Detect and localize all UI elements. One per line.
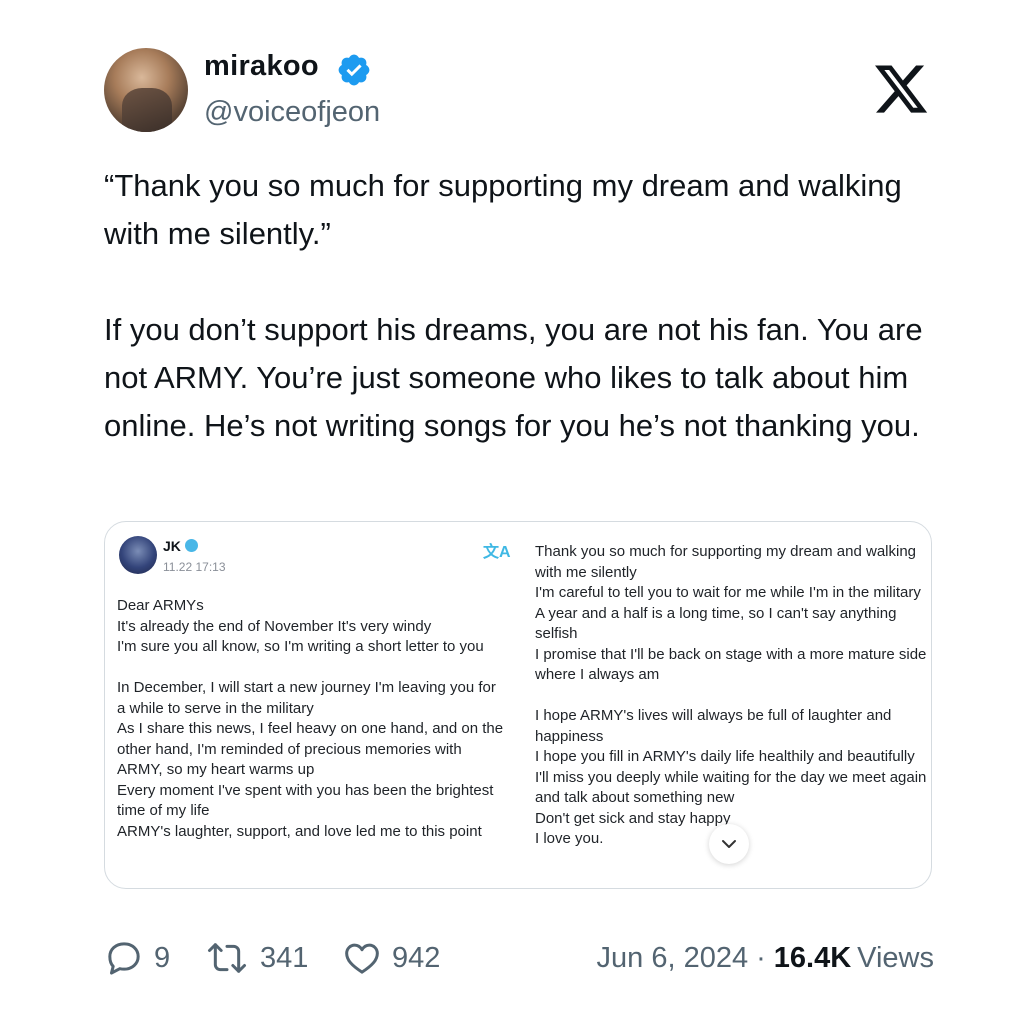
letter-paragraph: In December, I will start a new journey … [117,679,504,840]
author-avatar[interactable] [104,48,188,132]
letter-paragraph: Thank you so much for supporting my drea… [535,543,927,683]
like-count: 942 [392,941,441,974]
reply-button[interactable]: 9 [104,935,170,981]
translate-icon: 文A [483,544,511,561]
repost-icon [208,943,246,973]
letter-left-column: Dear ARMYs It's already the end of Novem… [117,596,507,842]
reply-count: 9 [154,941,171,974]
tweet-date[interactable]: Jun 6, 2024 [597,942,749,975]
repost-count: 341 [260,941,309,974]
tweet-actions-bar: 9 341 942 Jun 6, 2024 · 16.4K Views [104,935,934,981]
verified-badge-icon [338,54,370,86]
tweet-body: If you don’t support his dreams, you are… [104,312,923,443]
reply-icon [108,942,140,975]
views-count: 16.4K [773,941,852,974]
post-author-name: JK [163,538,181,554]
post-verified-icon [185,539,198,552]
attached-image-card[interactable]: JK 11.22 17:13 文A Dear ARMYs It's alread… [104,521,932,889]
chevron-down-icon [722,840,736,848]
like-icon [345,943,379,974]
views-label: Views [857,941,934,974]
scroll-down-button[interactable] [709,824,749,864]
post-author-avatar [119,536,157,574]
tweet-meta: Jun 6, 2024 · 16.4K Views [597,935,934,981]
repost-button[interactable]: 341 [204,935,308,981]
post-date: 11.22 17:13 [163,560,226,574]
x-logo-icon[interactable] [872,60,930,118]
letter-paragraph: Dear ARMYs It's already the end of Novem… [117,597,484,655]
tweet-quote: “Thank you so much for supporting my dre… [104,168,902,251]
meta-separator: · [756,941,766,974]
like-button[interactable]: 942 [342,935,440,981]
author-name[interactable]: mirakoo [204,50,319,83]
author-handle[interactable]: @voiceofjeon [204,96,380,129]
letter-right-column: Thank you so much for supporting my drea… [535,542,927,850]
tweet-text: “Thank you so much for supporting my dre… [104,162,924,450]
